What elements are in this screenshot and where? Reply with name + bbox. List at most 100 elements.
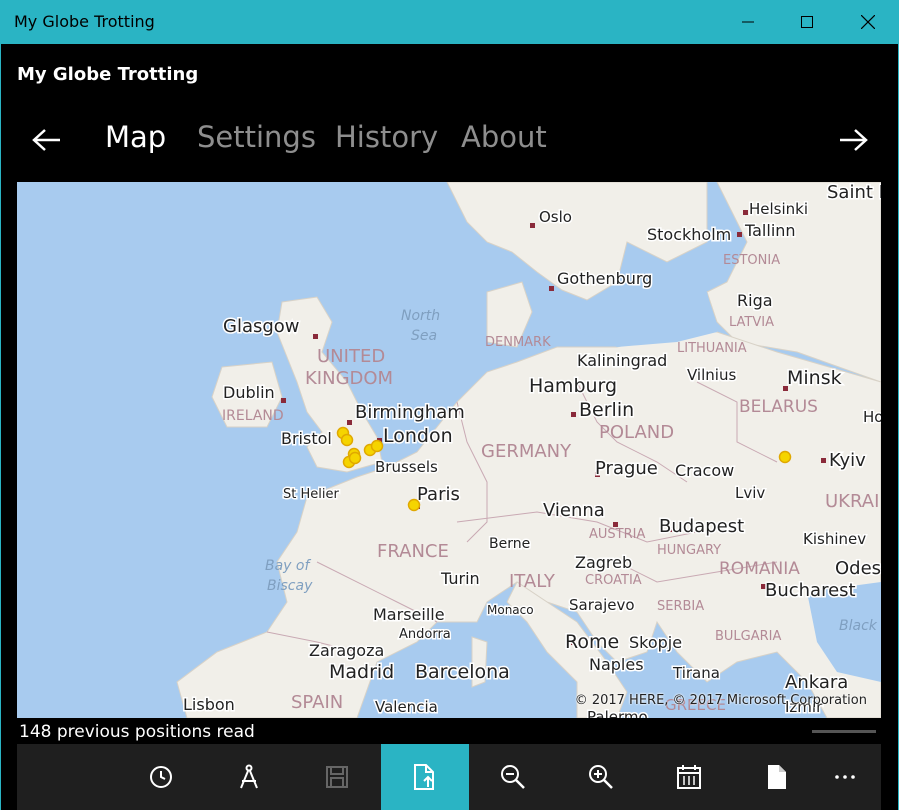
map-view[interactable]: ESTONIA LATVIA LITHUANIA DENMARK UNITED … [17, 182, 881, 718]
document-button[interactable] [733, 744, 821, 810]
close-button[interactable] [845, 0, 891, 44]
label-naples: Naples [589, 655, 644, 674]
label-vienna: Vienna [543, 500, 605, 521]
more-icon [835, 775, 855, 779]
close-icon [861, 15, 875, 29]
label-bay-of: Bay of [265, 558, 311, 574]
label-turin: Turin [440, 569, 480, 588]
clock-icon [150, 766, 172, 788]
save-icon [326, 766, 348, 788]
label-belarus: BELARUS [739, 397, 818, 417]
label-kishinev: Kishinev [803, 530, 866, 548]
label-germany: GERMANY [481, 441, 572, 462]
tab-about[interactable]: About [461, 120, 547, 154]
label-homy: Homy [863, 408, 881, 426]
label-bucharest: Bucharest [765, 580, 856, 601]
position-marker[interactable] [407, 498, 421, 512]
tab-map[interactable]: Map [105, 120, 166, 154]
label-lisbon: Lisbon [183, 695, 235, 714]
position-marker[interactable] [778, 450, 792, 464]
minimize-button[interactable] [725, 0, 771, 44]
label-budapest: Budapest [659, 516, 744, 537]
label-ukraine: UKRAINE [825, 491, 881, 512]
label-glasgow: Glasgow [223, 316, 300, 337]
label-marseille: Marseille [373, 605, 445, 624]
label-black: Black [839, 618, 878, 634]
label-vilnius: Vilnius [687, 366, 736, 384]
position-marker[interactable] [340, 433, 354, 447]
progress-indicator [812, 730, 876, 733]
label-kyiv: Kyiv [829, 450, 866, 471]
window-titlebar: My Globe Trotting [0, 0, 899, 44]
label-cracow: Cracow [675, 461, 734, 480]
label-prague: Prague [595, 458, 658, 479]
maximize-button[interactable] [784, 0, 830, 44]
history-button[interactable] [117, 744, 205, 810]
label-riga: Riga [737, 291, 773, 310]
back-button[interactable] [27, 122, 67, 158]
label-lviv: Lviv [735, 484, 765, 502]
label-stockholm: Stockholm [647, 225, 731, 244]
label-ankara: Ankara [785, 672, 848, 693]
label-helsinki: Helsinki [749, 200, 808, 218]
label-serbia: SERBIA [657, 599, 704, 614]
label-poland: POLAND [599, 422, 674, 443]
label-bulgaria: BULGARIA [715, 629, 782, 644]
window-title: My Globe Trotting [14, 12, 155, 31]
label-sarajevo: Sarajevo [569, 596, 635, 614]
label-lithuania: LITHUANIA [677, 341, 747, 356]
label-sea: Sea [411, 328, 437, 344]
app-frame: My Globe Trotting Map Settings History A… [0, 44, 899, 810]
tab-settings[interactable]: Settings [197, 120, 316, 154]
label-tirana: Tirana [672, 664, 720, 682]
map-copyright: © 2017 HERE, © 2017 Microsoft Corporatio… [574, 693, 867, 708]
zoom-out-icon [501, 765, 525, 789]
tab-history[interactable]: History [335, 120, 438, 154]
label-madrid: Madrid [329, 661, 394, 683]
position-marker[interactable] [370, 439, 384, 453]
navigation-bar: Map Settings History About [1, 116, 898, 166]
label-paris: Paris [417, 484, 460, 505]
label-united: UNITED [317, 346, 385, 367]
calendar-icon [677, 765, 701, 789]
label-france: FRANCE [377, 541, 449, 562]
label-kaliningrad: Kaliningrad [577, 351, 667, 370]
position-marker[interactable] [348, 451, 362, 465]
forward-button[interactable] [833, 122, 873, 158]
label-minsk: Minsk [787, 367, 842, 389]
label-berlin: Berlin [579, 399, 634, 421]
label-romania: ROMANIA [719, 559, 800, 579]
label-brussels: Brussels [375, 458, 438, 476]
app-name: My Globe Trotting [17, 64, 199, 85]
label-austria: AUSTRIA [589, 527, 645, 542]
calendar-button[interactable] [645, 744, 733, 810]
minimize-icon [742, 21, 754, 23]
status-text: 148 previous positions read [19, 722, 255, 742]
label-bristol: Bristol [281, 429, 332, 448]
label-skopje: Skopje [629, 633, 682, 652]
arrow-left-icon [32, 129, 60, 151]
map-canvas: ESTONIA LATVIA LITHUANIA DENMARK UNITED … [176, 182, 881, 718]
zoom-in-button[interactable] [557, 744, 645, 810]
label-hamburg: Hamburg [529, 375, 617, 397]
label-barcelona: Barcelona [415, 661, 510, 683]
label-birmingham: Birmingham [355, 402, 465, 423]
label-palermo: Palermo [587, 708, 648, 718]
label-saint-peters: Saint Peters [827, 182, 881, 203]
label-odes: Odes [835, 558, 881, 579]
more-button[interactable] [809, 744, 881, 810]
upload-file-button[interactable] [381, 744, 469, 810]
label-north: North [401, 308, 440, 324]
label-dublin: Dublin [223, 383, 275, 402]
label-ireland: IRELAND [222, 408, 284, 424]
label-monaco: Monaco [487, 603, 534, 617]
label-oslo: Oslo [539, 208, 572, 226]
label-italy: ITALY [509, 571, 556, 592]
label-london: London [383, 425, 453, 447]
label-rome: Rome [565, 631, 619, 653]
arrow-right-icon [840, 129, 868, 151]
zoom-out-button[interactable] [469, 744, 557, 810]
save-button[interactable] [293, 744, 381, 810]
compass-button[interactable] [205, 744, 293, 810]
label-berne: Berne [489, 536, 530, 552]
